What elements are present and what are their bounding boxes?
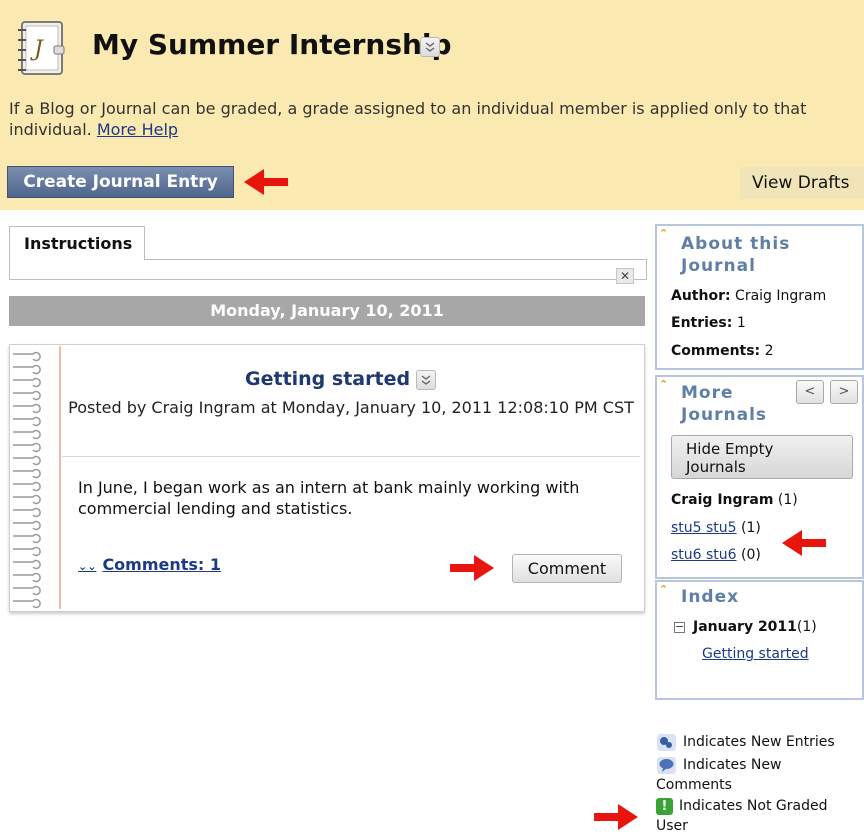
comments-value: 2 bbox=[764, 343, 774, 359]
hide-button-line1: Hide Empty bbox=[686, 440, 774, 458]
entry-menu-button[interactable] bbox=[416, 370, 436, 390]
date-header: Monday, January 10, 2011 bbox=[9, 296, 645, 326]
next-journals-button[interactable]: > bbox=[830, 380, 858, 404]
legend-new-comments-line1: Indicates New bbox=[683, 757, 782, 773]
journal-item: stu6 stu6 (0) bbox=[671, 547, 761, 563]
entries-info: Entries: 1 bbox=[671, 315, 746, 331]
view-drafts-button[interactable]: View Drafts bbox=[740, 167, 864, 199]
more-help-link[interactable]: More Help bbox=[97, 120, 178, 139]
journal-name: Craig Ingram bbox=[671, 492, 774, 508]
journal-count: (0) bbox=[741, 547, 761, 563]
more-title-line2: Journals bbox=[681, 405, 768, 425]
page-title: My Summer Internship bbox=[92, 28, 452, 61]
journal-count: (1) bbox=[741, 520, 761, 536]
journal-item: stu5 stu5 (1) bbox=[671, 520, 761, 536]
chevron-down-icon: ⌄⌄ bbox=[78, 560, 97, 573]
legend-not-graded-line2: User bbox=[656, 818, 688, 834]
collapse-caret-icon[interactable]: ⌃ bbox=[659, 583, 668, 596]
previous-journals-button[interactable]: < bbox=[796, 380, 824, 404]
author-label: Author: bbox=[671, 288, 731, 304]
collapse-caret-icon[interactable]: ⌃ bbox=[659, 227, 668, 240]
comments-link-label: Comments: 1 bbox=[102, 555, 222, 574]
divider bbox=[62, 456, 640, 457]
notebook-spiral-icon bbox=[13, 351, 41, 609]
index-title: Index bbox=[681, 587, 740, 607]
index-month-label: January 2011 bbox=[693, 619, 797, 635]
comment-button[interactable]: Comment bbox=[512, 554, 622, 583]
new-comments-icon bbox=[657, 757, 676, 774]
not-graded-icon: ! bbox=[656, 798, 673, 815]
hide-button-line2: Journals bbox=[686, 458, 746, 476]
legend-new-comments-line2: Comments bbox=[656, 777, 732, 793]
index-month: January 2011(1) bbox=[693, 619, 817, 635]
entries-value: 1 bbox=[736, 315, 746, 331]
comments-info: Comments: 2 bbox=[671, 343, 774, 359]
journal-link[interactable]: stu6 stu6 bbox=[671, 547, 737, 563]
annotation-arrow-icon bbox=[450, 555, 494, 581]
annotation-arrow-icon bbox=[594, 804, 638, 830]
journal-item-current[interactable]: Craig Ingram (1) bbox=[671, 492, 798, 508]
close-icon[interactable]: ✕ bbox=[616, 268, 634, 284]
legend-new-entries: Indicates New Entries bbox=[683, 734, 835, 750]
journal-count: (1) bbox=[777, 492, 798, 508]
journal-icon: J bbox=[18, 21, 65, 75]
entry-title[interactable]: Getting started bbox=[245, 368, 410, 390]
chevron-down-icon bbox=[421, 375, 431, 385]
chevron-down-icon bbox=[425, 42, 435, 52]
annotation-arrow-icon bbox=[244, 169, 288, 195]
annotation-arrow-icon bbox=[782, 530, 826, 556]
help-text: If a Blog or Journal can be graded, a gr… bbox=[9, 98, 849, 140]
margin-line bbox=[59, 346, 61, 609]
about-title-line2: Journal bbox=[681, 256, 756, 276]
about-title-line1: About this bbox=[681, 234, 791, 254]
instructions-panel bbox=[9, 259, 647, 280]
collapse-caret-icon[interactable]: ⌃ bbox=[659, 378, 668, 391]
tab-instructions[interactable]: Instructions bbox=[9, 226, 145, 260]
collapse-toggle-icon[interactable]: − bbox=[674, 621, 685, 633]
journal-link[interactable]: stu5 stu5 bbox=[671, 520, 737, 536]
comments-link[interactable]: ⌄⌄ Comments: 1 bbox=[78, 555, 221, 574]
hide-empty-journals-button[interactable]: Hide Empty Journals bbox=[671, 435, 853, 479]
entries-label: Entries: bbox=[671, 315, 733, 331]
title-menu-button[interactable] bbox=[420, 37, 440, 57]
entry-body: In June, I began work as an intern at ba… bbox=[78, 478, 580, 518]
new-entries-icon bbox=[657, 734, 676, 751]
create-journal-entry-button[interactable]: Create Journal Entry bbox=[7, 166, 234, 198]
author-value: Craig Ingram bbox=[735, 288, 827, 304]
index-month-count: (1) bbox=[796, 619, 817, 635]
legend-not-graded-line1: Indicates Not Graded bbox=[679, 798, 828, 814]
more-title-line1: More bbox=[681, 383, 734, 403]
author-info: Author: Craig Ingram bbox=[671, 288, 826, 304]
comments-label: Comments: bbox=[671, 343, 761, 359]
entry-posted-info: Posted by Craig Ingram at Monday, Januar… bbox=[68, 398, 634, 417]
index-entry-link[interactable]: Getting started bbox=[702, 646, 809, 662]
